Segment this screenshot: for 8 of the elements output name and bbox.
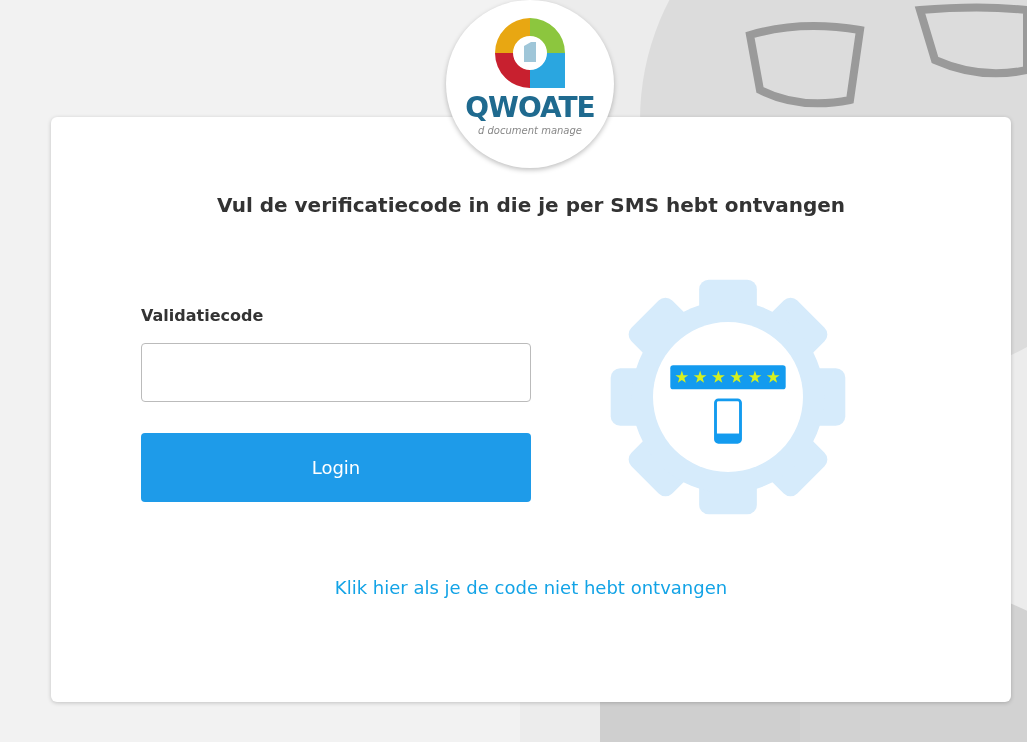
heading: Vul de verificatiecode in die je per SMS hebt ontvangen [216, 193, 846, 217]
logo-wordmark: QWOATE [465, 94, 595, 122]
input-field[interactable] [141, 343, 531, 402]
field-label: Validatiecode [141, 306, 265, 325]
logo-tagline: d document manage [478, 125, 582, 136]
login-button[interactable]: Login [141, 433, 531, 502]
logo-icon [495, 18, 565, 88]
resend-code-link[interactable]: Klik hier als je de code niet hebt ontvangen [334, 577, 728, 598]
